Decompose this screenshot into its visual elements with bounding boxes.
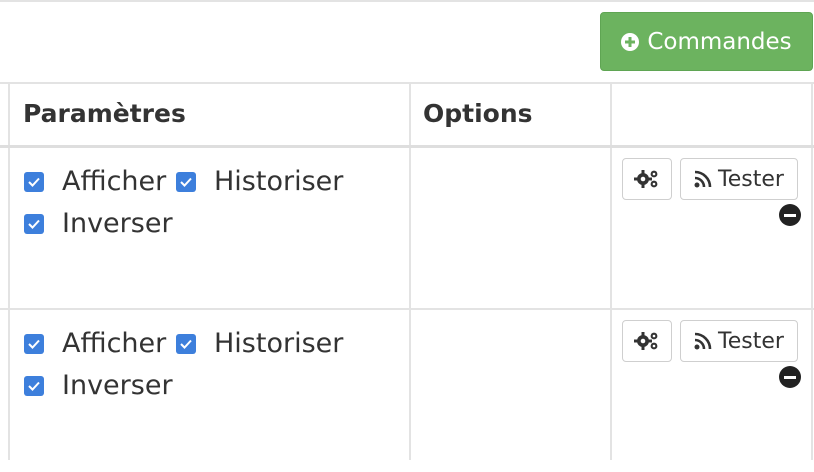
check-icon (180, 339, 192, 349)
inverser-label: Inverser (62, 370, 173, 401)
minus-icon (784, 213, 796, 217)
minus-icon (784, 375, 796, 379)
tester-button[interactable]: Tester (680, 158, 798, 200)
tester-label: Tester (718, 328, 784, 354)
gears-icon (634, 332, 658, 350)
tester-button[interactable]: Tester (680, 320, 798, 362)
configure-button[interactable] (622, 158, 672, 200)
inverser-checkbox[interactable] (24, 214, 44, 234)
inverser-label: Inverser (62, 208, 173, 239)
afficher-checkbox[interactable] (24, 172, 44, 192)
historiser-checkbox[interactable] (176, 172, 196, 192)
check-icon (28, 219, 40, 229)
gears-icon (634, 170, 658, 188)
historiser-label: Historiser (214, 328, 344, 359)
commands-table: Paramètres Options Afficher Historiser I… (0, 82, 814, 460)
plus-circle-icon (621, 32, 640, 51)
top-divider (0, 0, 814, 2)
historiser-label: Historiser (214, 166, 344, 197)
add-commande-button[interactable]: Commandes (600, 12, 813, 71)
historiser-checkbox[interactable] (176, 334, 196, 354)
check-icon (180, 177, 192, 187)
rss-icon (694, 170, 712, 188)
add-commande-label: Commandes (647, 28, 792, 55)
table-row: Afficher Historiser Inverser Tester (0, 148, 814, 310)
check-icon (28, 339, 40, 349)
rss-icon (694, 332, 712, 350)
afficher-checkbox[interactable] (24, 334, 44, 354)
check-icon (28, 177, 40, 187)
afficher-label: Afficher (62, 166, 167, 197)
remove-command-button[interactable] (779, 204, 801, 226)
header-options: Options (423, 98, 533, 128)
configure-button[interactable] (622, 320, 672, 362)
tester-label: Tester (718, 166, 784, 192)
table-row: Afficher Historiser Inverser Tester (0, 310, 814, 472)
check-icon (28, 381, 40, 391)
inverser-checkbox[interactable] (24, 376, 44, 396)
afficher-label: Afficher (62, 328, 167, 359)
remove-command-button[interactable] (779, 366, 801, 388)
header-parametres: Paramètres (23, 98, 186, 128)
